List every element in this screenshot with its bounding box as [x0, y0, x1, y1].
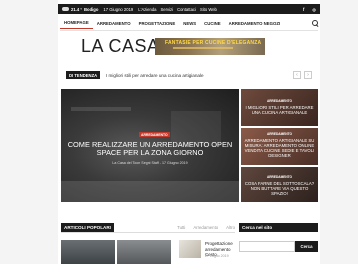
- current-date: 17 Giugno 2019: [103, 6, 134, 12]
- site-logo[interactable]: LA CASA: [81, 37, 160, 55]
- hero-image-detail: [71, 107, 131, 111]
- trending-tag: DI TENDENZA: [66, 71, 101, 79]
- tab-arredamento[interactable]: Arredamento: [193, 225, 218, 230]
- facebook-icon[interactable]: f: [303, 7, 304, 12]
- popular-article-date: 27 Luglio 2019: [205, 254, 229, 258]
- temperature: 21.4 °: [71, 6, 82, 12]
- side-article-title[interactable]: ARREDAMENTO ARTIGIANALE SU MISURA: ARRED…: [244, 138, 315, 158]
- nav-item-news[interactable]: NEWS: [179, 17, 200, 29]
- side-article[interactable]: ARREDAMENTO COSA FARNE DEL SOTTOSCALA? N…: [241, 167, 318, 202]
- side-article-category[interactable]: ARREDAMENTO: [241, 175, 318, 179]
- side-article-title[interactable]: COSA FARNE DEL SOTTOSCALA? NON BUTTARE V…: [244, 181, 315, 196]
- featured-article[interactable]: ARREDAMENTO COME REALIZZARE UN ARREDAMEN…: [61, 89, 239, 202]
- popular-article-image[interactable]: [117, 240, 171, 264]
- nav-item-homepage[interactable]: HOMEPAGE: [60, 17, 93, 29]
- top-link-azienda[interactable]: L'Azienda: [138, 7, 156, 12]
- search-widget-title: Cerca nel sito: [239, 223, 318, 232]
- ad-banner-text: FANTASIE PER CUCINE D'ELEGANZA: [165, 40, 262, 46]
- nav-item-arredamento-negozi[interactable]: ARREDAMENTO NEGOZI: [225, 17, 285, 29]
- tab-altro[interactable]: Altro: [226, 225, 235, 230]
- side-article-title[interactable]: I MIGLIORI STILI PER ARREDARE UNA CUCINA…: [244, 105, 315, 115]
- side-article-category[interactable]: ARREDAMENTO: [241, 99, 318, 103]
- popular-article-image[interactable]: [61, 240, 115, 264]
- popular-divider: [61, 232, 235, 233]
- trending-headline[interactable]: I migliori stili per arredare una cucina…: [106, 71, 204, 79]
- popular-header: ARTICOLI POPOLARI Tutti Arredamento Altr…: [61, 223, 235, 232]
- search-icon[interactable]: [312, 20, 318, 26]
- hero-title[interactable]: COME REALIZZARE UN ARREDAMENTO OPEN SPAC…: [61, 140, 239, 158]
- nav-item-cucine[interactable]: CUCINE: [200, 17, 224, 29]
- nav-item-arredamento[interactable]: ARREDAMENTO: [93, 17, 135, 29]
- main-nav: HOMEPAGE ARREDAMENTO PROGETTAZIONE NEWS …: [60, 17, 318, 29]
- trending-next-button[interactable]: ›: [304, 71, 312, 79]
- trending-prev-button[interactable]: ‹: [293, 71, 301, 79]
- side-article[interactable]: ARREDAMENTO I MIGLIORI STILI PER ARREDAR…: [241, 89, 318, 126]
- side-article[interactable]: ARREDAMENTO ARREDAMENTO ARTIGIANALE SU M…: [241, 128, 318, 165]
- side-article-category[interactable]: ARREDAMENTO: [241, 132, 318, 136]
- nav-item-progettazione[interactable]: PROGETTAZIONE: [135, 17, 180, 29]
- weather-widget: 21.4 ° Bodigo: [62, 7, 98, 12]
- hero-meta: La Casa del Toon Segni Staff - 17 Giugno…: [112, 161, 188, 165]
- search-input[interactable]: [239, 241, 295, 252]
- hero-category-badge[interactable]: ARREDAMENTO: [139, 132, 170, 137]
- top-link-sito-web[interactable]: Sito Web: [200, 7, 217, 12]
- search-button[interactable]: Cerca: [295, 241, 318, 252]
- cloud-icon: [62, 7, 69, 11]
- tab-tutti[interactable]: Tutti: [177, 225, 185, 230]
- instagram-icon[interactable]: ◎: [312, 7, 316, 12]
- ad-banner-decoration: [173, 47, 233, 49]
- top-link-contattaci[interactable]: Contattaci: [177, 7, 196, 12]
- ad-banner[interactable]: FANTASIE PER CUCINE D'ELEGANZA: [155, 38, 265, 55]
- city: Bodigo: [84, 6, 99, 12]
- top-link-servizi[interactable]: Servizi: [161, 7, 174, 12]
- popular-label: ARTICOLI POPOLARI: [61, 223, 114, 232]
- top-bar: 21.4 ° Bodigo 17 Giugno 2019 L'Azienda S…: [58, 4, 320, 14]
- hero-image-floor: [61, 181, 239, 202]
- popular-article-thumbnail[interactable]: [179, 240, 201, 258]
- nav-divider: [60, 30, 318, 31]
